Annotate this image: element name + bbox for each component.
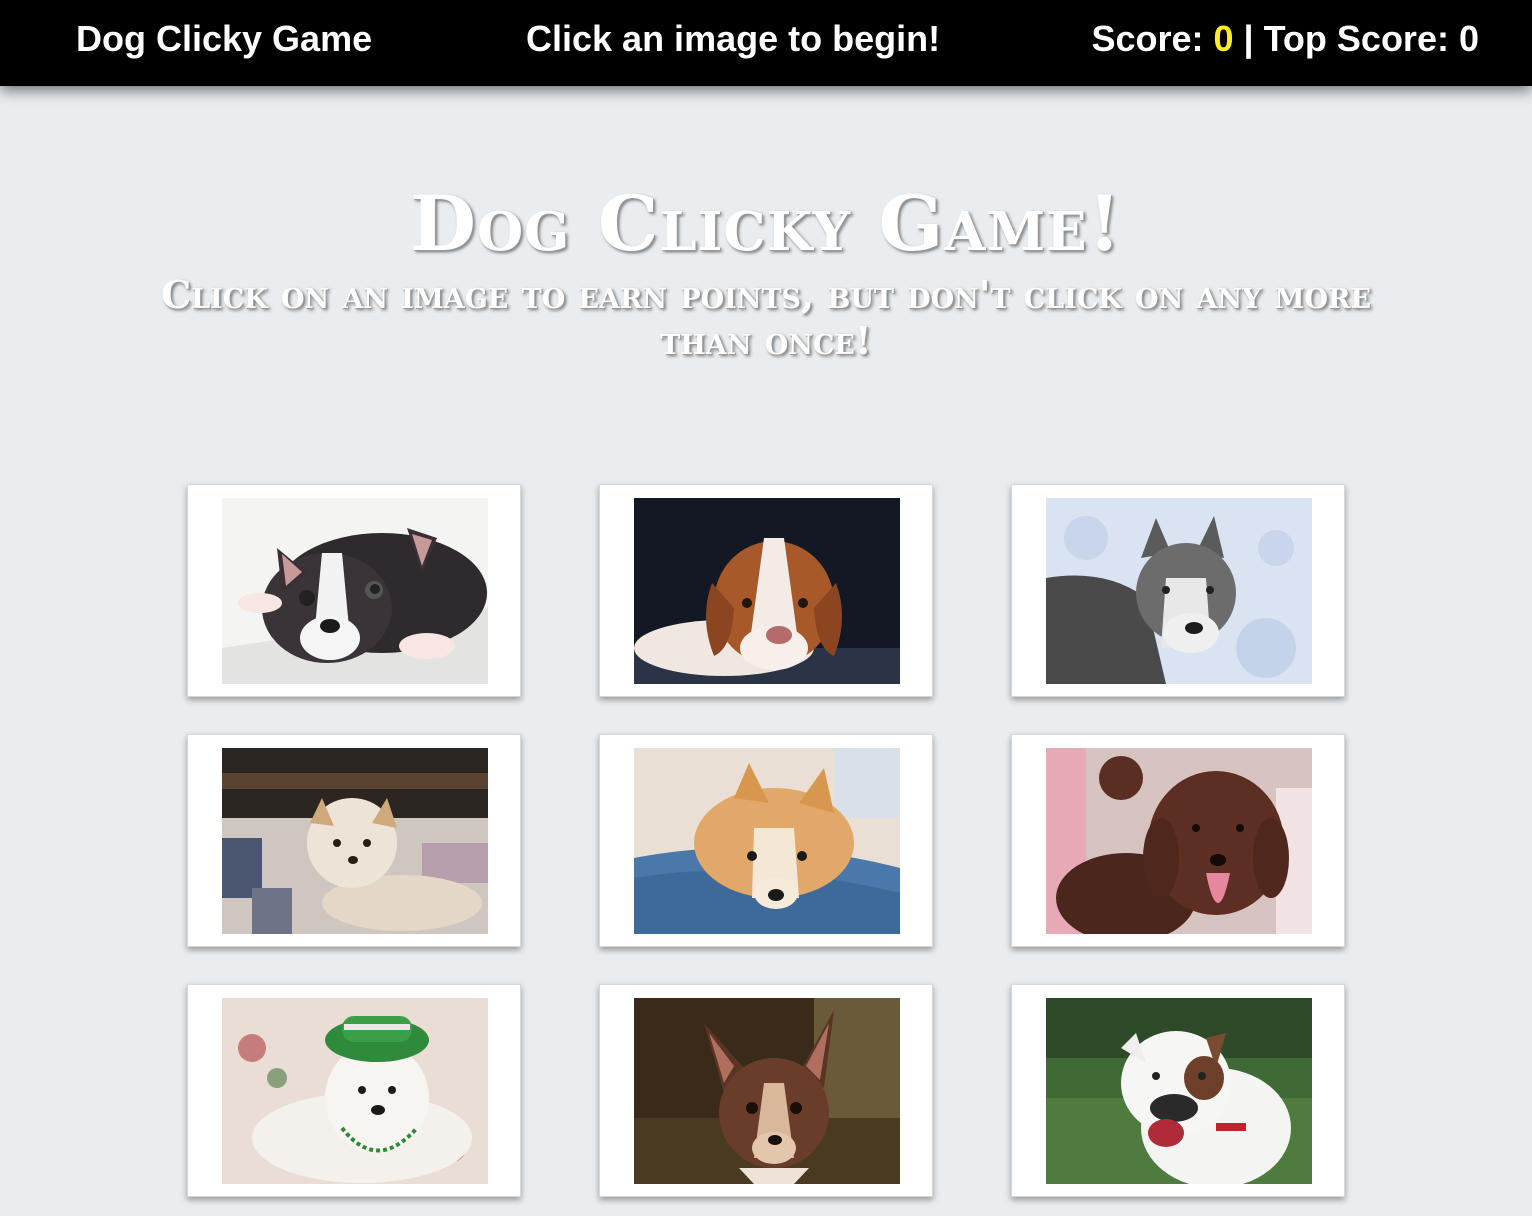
dog-card[interactable] — [1011, 984, 1345, 1197]
brand-link[interactable]: Dog Clicky Game — [76, 17, 372, 61]
score-display: Score: 0 | Top Score: 0 — [1091, 17, 1479, 61]
terrier-on-bed-photo[interactable] — [222, 748, 488, 934]
boston-terrier-puppy-photo[interactable] — [222, 498, 488, 684]
dog-card[interactable] — [187, 734, 521, 947]
score-separator: | — [1233, 18, 1264, 59]
game-message: Click an image to begin! — [526, 18, 941, 59]
dog-card[interactable] — [599, 984, 933, 1197]
chihuahua-photo[interactable] — [634, 998, 900, 1184]
dog-card[interactable] — [187, 984, 521, 1197]
beagle-puppy-photo[interactable] — [634, 498, 900, 684]
white-dog-in-green-hat-photo[interactable] — [222, 998, 488, 1184]
top-score-label: Top Score: — [1263, 18, 1459, 59]
brown-poodle-photo[interactable] — [1046, 748, 1312, 934]
pomeranian-on-pillow-photo[interactable] — [634, 748, 900, 934]
score-value: 0 — [1213, 18, 1234, 59]
dog-card[interactable] — [187, 484, 521, 697]
top-score-value: 0 — [1458, 18, 1479, 59]
page-title: Dog Clicky Game! — [410, 179, 1122, 268]
white-boxer-photo[interactable] — [1046, 998, 1312, 1184]
dog-card[interactable] — [599, 734, 933, 947]
navbar: Dog Clicky Game Click an image to begin!… — [0, 0, 1532, 86]
dog-card[interactable] — [1011, 484, 1345, 697]
dog-card[interactable] — [1011, 734, 1345, 947]
husky-in-snow-photo[interactable] — [1046, 498, 1312, 684]
dog-card[interactable] — [599, 484, 933, 697]
page-subtitle: Click on an image to earn points, but do… — [160, 272, 1372, 363]
score-label: Score: — [1091, 18, 1214, 59]
